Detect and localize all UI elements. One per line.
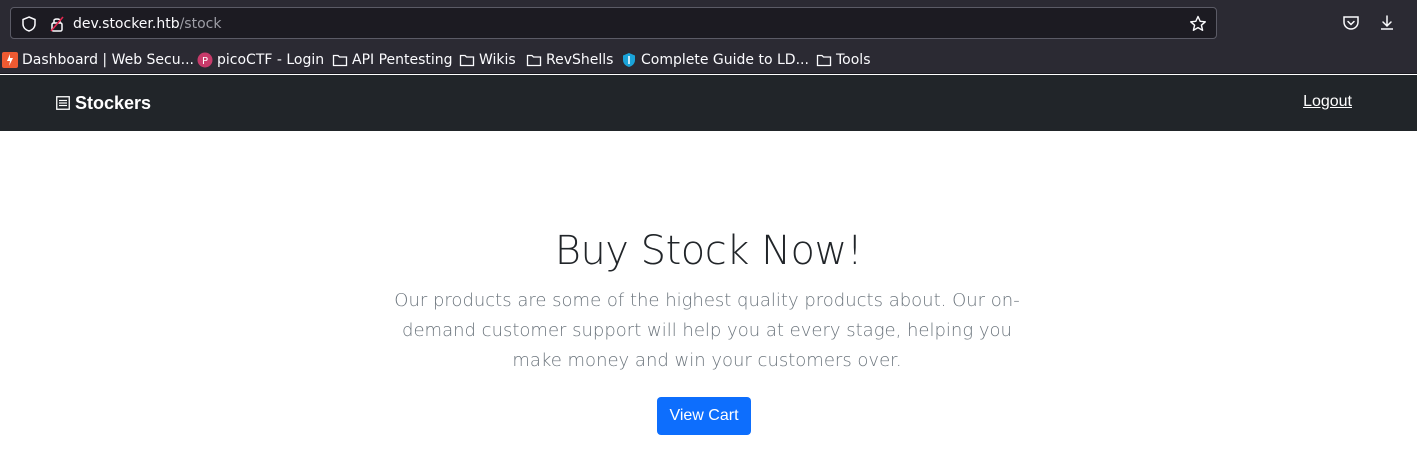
picoctf-icon: P bbox=[197, 52, 213, 68]
list-icon bbox=[56, 96, 70, 110]
site-navbar: Stockers bbox=[0, 75, 1417, 131]
folder-icon bbox=[459, 54, 475, 67]
url-path: /stock bbox=[179, 16, 222, 32]
bookmark-picoctf[interactable]: P picoCTF - Login bbox=[197, 50, 324, 70]
logout-link[interactable]: Logout bbox=[1303, 93, 1352, 111]
folder-icon bbox=[816, 54, 832, 67]
bookmark-api-pentesting[interactable]: API Pentesting bbox=[332, 50, 453, 70]
bookmark-ldap-guide[interactable]: Complete Guide to LD... bbox=[621, 50, 809, 70]
bookmark-revshells[interactable]: RevShells bbox=[526, 50, 613, 70]
bookmark-label: Wikis bbox=[479, 52, 516, 68]
hero-title: Buy Stock Now! bbox=[554, 228, 863, 274]
bookmark-tools[interactable]: Tools bbox=[816, 50, 871, 70]
bookmark-label: Tools bbox=[836, 52, 871, 68]
browser-toolbar: dev.stocker.htb/stock bbox=[0, 0, 1417, 46]
hackerone-icon bbox=[2, 52, 18, 68]
lock-icon[interactable] bbox=[48, 15, 66, 33]
pocket-icon[interactable] bbox=[1341, 13, 1361, 33]
bookmark-wikis[interactable]: Wikis bbox=[459, 50, 516, 70]
brand-link[interactable]: Stockers bbox=[56, 92, 151, 114]
bookmarks-bar: Dashboard | Web Secu... P picoCTF - Logi… bbox=[0, 46, 1417, 74]
bookmark-hackerone[interactable]: Dashboard | Web Secu... bbox=[2, 50, 194, 70]
folder-icon bbox=[332, 54, 348, 67]
folder-icon bbox=[526, 54, 542, 67]
view-cart-button[interactable]: View Cart bbox=[657, 397, 751, 435]
svg-text:P: P bbox=[202, 56, 208, 67]
url-text[interactable]: dev.stocker.htb/stock bbox=[73, 15, 221, 33]
bookmark-label: Complete Guide to LD... bbox=[641, 52, 809, 68]
download-icon[interactable] bbox=[1377, 13, 1397, 33]
bookmark-label: picoCTF - Login bbox=[217, 52, 325, 68]
url-host: dev.stocker.htb bbox=[73, 16, 180, 32]
address-bar[interactable]: dev.stocker.htb/stock bbox=[10, 7, 1217, 39]
bookmark-label: API Pentesting bbox=[352, 52, 453, 68]
hero-description: Our products are some of the highest qua… bbox=[394, 290, 1020, 371]
shield-icon[interactable] bbox=[20, 15, 38, 33]
shield-blue-icon bbox=[623, 53, 635, 67]
star-icon[interactable] bbox=[1188, 14, 1208, 34]
bookmark-label: Dashboard | Web Secu... bbox=[22, 52, 194, 68]
brand-name: Stockers bbox=[75, 92, 152, 113]
bookmark-label: RevShells bbox=[546, 52, 614, 68]
